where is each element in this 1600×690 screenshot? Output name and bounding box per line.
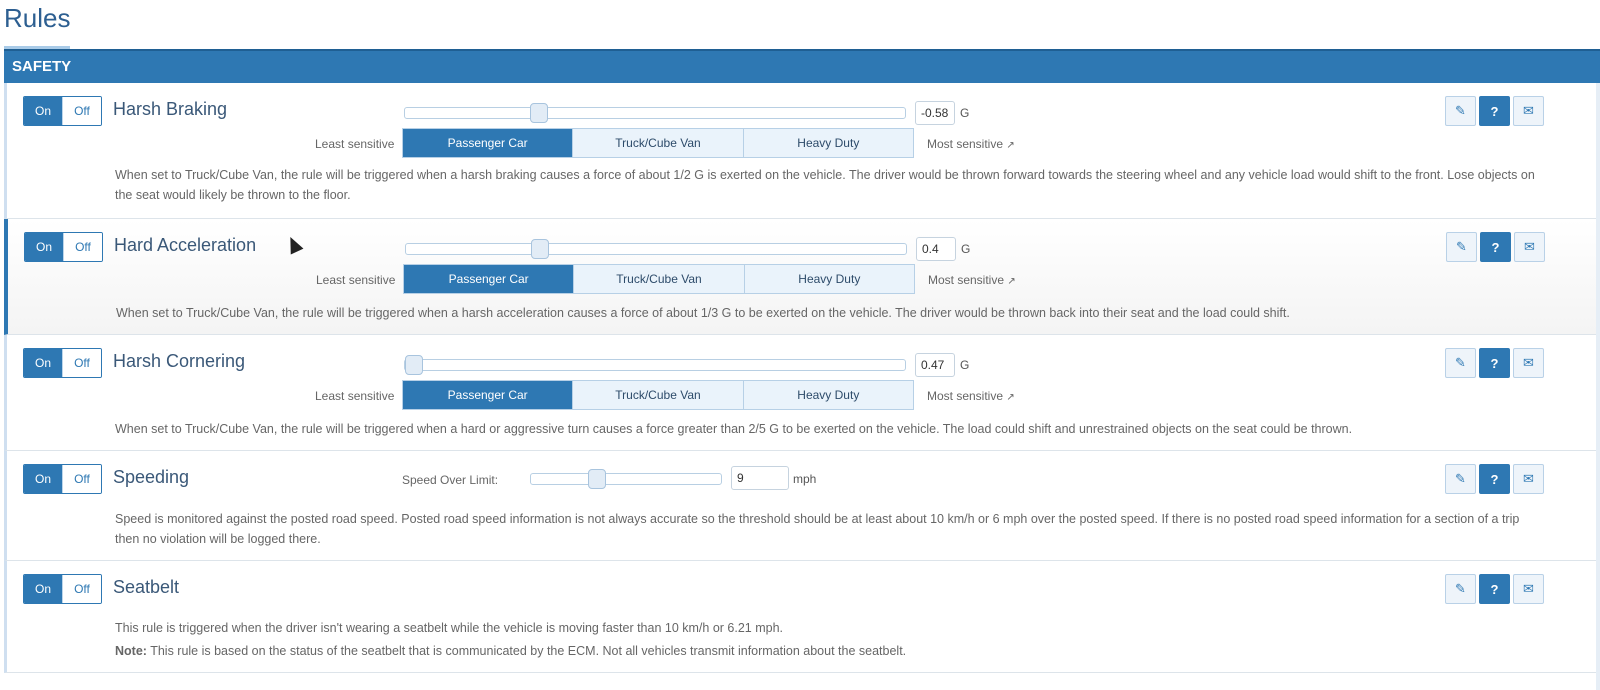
rule-name: Seatbelt [113, 577, 180, 597]
rule-actions: ✎ ? ✉ [1445, 464, 1544, 494]
pencil-icon[interactable]: ✎ [1445, 96, 1476, 126]
preset-truck-cube-van[interactable]: Truck/Cube Van [573, 265, 744, 293]
right-edge [1596, 83, 1600, 690]
rule-note: Note: This rule is based on the status o… [115, 641, 1535, 661]
most-sensitive-link[interactable]: Most sensitive ↗ [927, 137, 1015, 151]
preset-heavy-duty[interactable]: Heavy Duty [742, 129, 913, 157]
vehicle-type-selector[interactable]: Passenger Car Truck/Cube Van Heavy Duty [402, 380, 914, 410]
question-icon[interactable]: ? [1479, 574, 1510, 604]
envelope-icon[interactable]: ✉ [1513, 574, 1544, 604]
rule-harsh-cornering: On Off Harsh Cornering 0.47 G Least sens… [4, 335, 1596, 451]
pencil-icon[interactable]: ✎ [1445, 348, 1476, 378]
most-sensitive-link[interactable]: Most sensitive ↗ [928, 273, 1016, 287]
external-link-icon: ↗ [1007, 276, 1016, 287]
off-button[interactable]: Off [62, 97, 101, 125]
on-button[interactable]: On [24, 97, 62, 125]
least-sensitive-label: Least sensitive [315, 389, 395, 403]
sensitivity-slider[interactable] [404, 355, 906, 375]
threshold-value-input[interactable]: 0.47 [915, 353, 955, 377]
speed-over-limit-input[interactable]: 9 [731, 466, 789, 490]
off-button[interactable]: Off [62, 575, 101, 603]
preset-truck-cube-van[interactable]: Truck/Cube Van [572, 129, 743, 157]
page-title: Rules [4, 3, 71, 33]
pencil-icon[interactable]: ✎ [1445, 574, 1476, 604]
rule-name: Hard Acceleration [114, 235, 257, 255]
note-label: Note: [115, 644, 147, 658]
most-sensitive-label[interactable]: Most sensitive [928, 273, 1004, 287]
external-link-icon: ↗ [1006, 140, 1015, 151]
rule-name: Harsh Braking [113, 99, 228, 119]
rule-description: When set to Truck/Cube Van, the rule wil… [116, 306, 1290, 320]
most-sensitive-label[interactable]: Most sensitive [927, 389, 1003, 403]
slider-thumb[interactable] [531, 239, 549, 259]
note-text: This rule is based on the status of the … [146, 644, 907, 658]
rule-description: This rule is triggered when the driver i… [115, 621, 783, 635]
question-icon[interactable]: ? [1479, 348, 1510, 378]
on-off-toggle[interactable]: On Off [23, 96, 102, 126]
sensitivity-slider[interactable] [404, 103, 906, 123]
vehicle-type-selector[interactable]: Passenger Car Truck/Cube Van Heavy Duty [402, 128, 914, 158]
preset-passenger-car[interactable]: Passenger Car [403, 129, 573, 157]
preset-truck-cube-van[interactable]: Truck/Cube Van [572, 381, 743, 409]
least-sensitive-label: Least sensitive [316, 273, 396, 287]
rule-actions: ✎ ? ✉ [1445, 96, 1544, 126]
envelope-icon[interactable]: ✉ [1513, 464, 1544, 494]
external-link-icon: ↗ [1006, 392, 1015, 403]
section-header-safety: SAFETY [4, 49, 1600, 83]
on-off-toggle[interactable]: On Off [23, 574, 102, 604]
rule-speeding: On Off Speeding Speed Over Limit: 9 mph … [4, 451, 1596, 561]
rule-actions: ✎ ? ✉ [1445, 574, 1544, 604]
preset-passenger-car[interactable]: Passenger Car [404, 265, 574, 293]
slider-thumb[interactable] [405, 355, 423, 375]
unit-label: mph [793, 472, 817, 486]
rule-name: Harsh Cornering [113, 351, 246, 371]
on-button[interactable]: On [24, 465, 62, 493]
rule-actions: ✎ ? ✉ [1445, 348, 1544, 378]
slider-thumb[interactable] [588, 469, 606, 489]
slider-thumb[interactable] [530, 103, 548, 123]
pencil-icon[interactable]: ✎ [1445, 464, 1476, 494]
question-icon[interactable]: ? [1479, 96, 1510, 126]
preset-heavy-duty[interactable]: Heavy Duty [742, 381, 913, 409]
vehicle-type-selector[interactable]: Passenger Car Truck/Cube Van Heavy Duty [403, 264, 915, 294]
rule-description: When set to Truck/Cube Van, the rule wil… [115, 168, 1535, 202]
question-icon[interactable]: ? [1480, 232, 1511, 262]
rule-name: Speeding [113, 467, 190, 487]
on-off-toggle[interactable]: On Off [24, 232, 103, 262]
on-button[interactable]: On [24, 575, 62, 603]
on-button[interactable]: On [25, 233, 63, 261]
envelope-icon[interactable]: ✉ [1513, 348, 1544, 378]
on-off-toggle[interactable]: On Off [23, 348, 102, 378]
off-button[interactable]: Off [63, 233, 102, 261]
on-off-toggle[interactable]: On Off [23, 464, 102, 494]
off-button[interactable]: Off [62, 349, 101, 377]
most-sensitive-label[interactable]: Most sensitive [927, 137, 1003, 151]
most-sensitive-link[interactable]: Most sensitive ↗ [927, 389, 1015, 403]
preset-heavy-duty[interactable]: Heavy Duty [743, 265, 914, 293]
rule-hard-acceleration: On Off Hard Acceleration 0.4 G Least sen… [4, 219, 1596, 335]
envelope-icon[interactable]: ✉ [1513, 96, 1544, 126]
sensitivity-slider[interactable] [405, 239, 907, 259]
rule-description: When set to Truck/Cube Van, the rule wil… [115, 422, 1353, 436]
on-button[interactable]: On [24, 349, 62, 377]
speed-slider[interactable] [530, 469, 722, 489]
rule-description: Speed is monitored against the posted ro… [115, 512, 1520, 546]
rule-harsh-braking: On Off Harsh Braking -0.58 G Least sensi… [4, 83, 1596, 219]
speed-over-limit-label: Speed Over Limit: [402, 473, 499, 487]
off-button[interactable]: Off [62, 465, 101, 493]
envelope-icon[interactable]: ✉ [1514, 232, 1545, 262]
rule-seatbelt: On Off Seatbelt This rule is triggered w… [4, 561, 1596, 673]
unit-label: G [960, 358, 970, 372]
rule-actions: ✎ ? ✉ [1446, 232, 1545, 262]
question-icon[interactable]: ? [1479, 464, 1510, 494]
preset-passenger-car[interactable]: Passenger Car [403, 381, 573, 409]
least-sensitive-label: Least sensitive [315, 137, 395, 151]
unit-label: G [961, 242, 971, 256]
unit-label: G [960, 106, 970, 120]
pencil-icon[interactable]: ✎ [1446, 232, 1477, 262]
threshold-value-input[interactable]: 0.4 [916, 237, 956, 261]
threshold-value-input[interactable]: -0.58 [915, 101, 955, 125]
